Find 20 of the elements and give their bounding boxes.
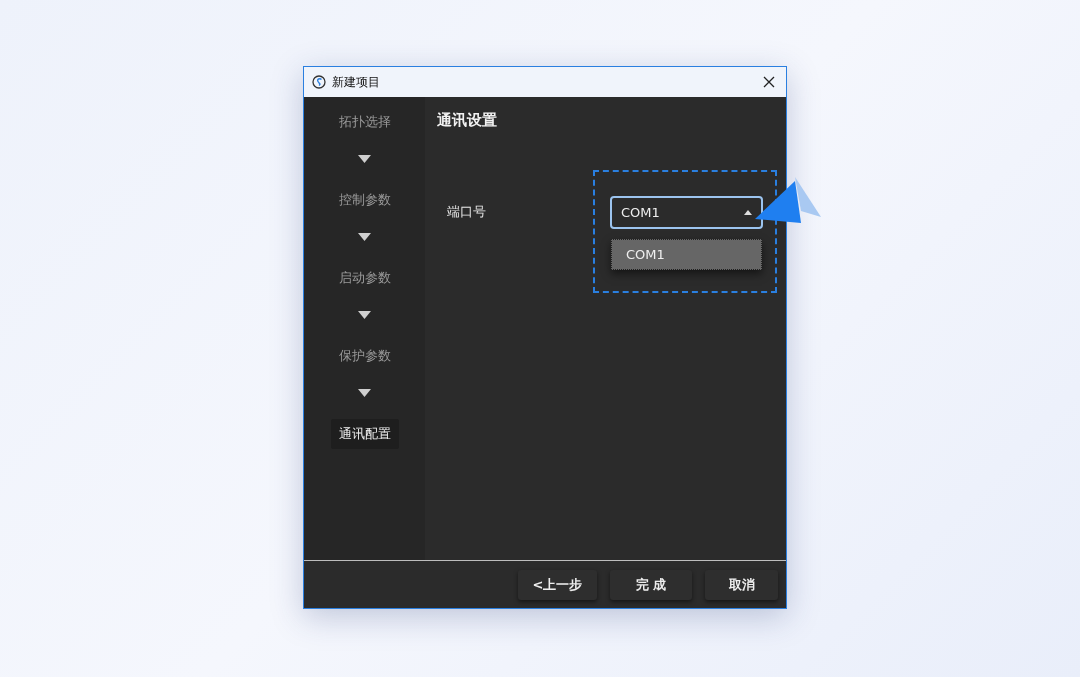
footer-button[interactable]: 完 成	[610, 569, 692, 600]
close-icon	[763, 76, 775, 88]
down-arrow-icon	[358, 311, 371, 319]
section-title: 通讯设置	[437, 111, 498, 130]
app-logo-icon	[312, 75, 326, 89]
field-label: 端口号	[447, 203, 487, 221]
down-arrow-icon	[358, 233, 371, 241]
down-arrow-icon	[358, 155, 371, 163]
step-item[interactable]: 通讯配置	[330, 419, 399, 449]
window-title: 新建项目	[332, 73, 381, 91]
port-select[interactable]: COM1	[610, 196, 763, 229]
footer-button[interactable]: <上一步	[518, 569, 597, 600]
footer-button[interactable]: 取消	[705, 569, 778, 600]
down-arrow-icon	[358, 389, 371, 397]
step-item[interactable]: 启动参数	[330, 263, 399, 293]
dropdown-option[interactable]: COM1	[611, 239, 762, 270]
step-item[interactable]: 控制参数	[330, 185, 399, 215]
caret-up-icon	[744, 210, 752, 215]
step-item[interactable]: 保护参数	[330, 341, 399, 371]
step-item[interactable]: 拓扑选择	[330, 107, 399, 137]
